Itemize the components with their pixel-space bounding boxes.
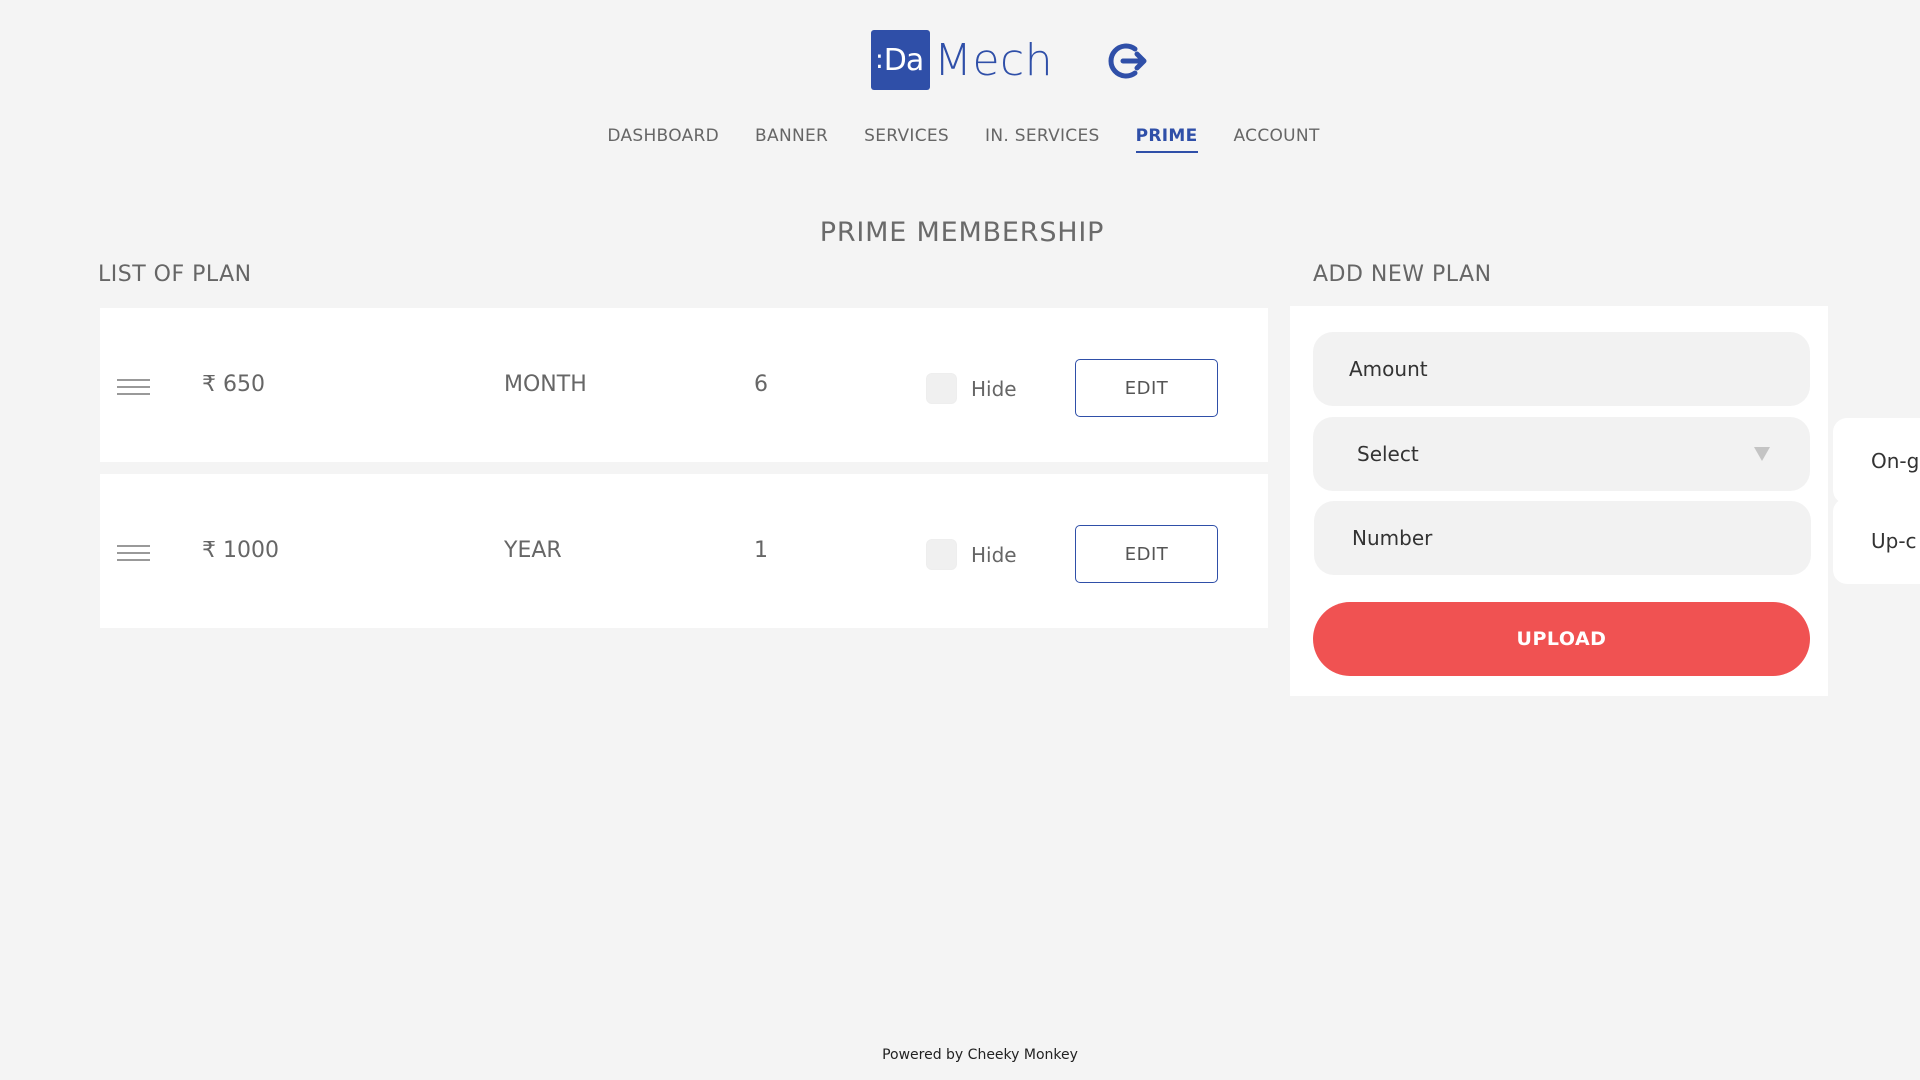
logo-text: Mech	[934, 34, 1054, 86]
hide-label: Hide	[971, 376, 1017, 401]
plan-list: ₹ 650 MONTH 6 Hide EDIT ₹ 1000 YEAR 1 Hi…	[100, 308, 1268, 640]
add-plan-panel: Select UPLOAD	[1290, 306, 1828, 696]
main-nav: DASHBOARD BANNER SERVICES IN. SERVICES P…	[0, 124, 1920, 153]
logo-mark-text: Da	[883, 42, 924, 78]
footer-credit: Powered by Cheeky Monkey	[882, 1047, 1078, 1063]
plan-row: ₹ 650 MONTH 6 Hide EDIT	[100, 308, 1268, 462]
nav-item-in-services[interactable]: IN. SERVICES	[985, 124, 1100, 153]
nav-item-prime[interactable]: PRIME	[1135, 124, 1198, 153]
hide-label: Hide	[971, 542, 1017, 567]
dropdown-arrow-icon	[1754, 447, 1770, 461]
nav-item-dashboard[interactable]: DASHBOARD	[607, 124, 719, 153]
hide-toggle[interactable]: Hide	[926, 539, 1017, 570]
logout-icon[interactable]	[1105, 39, 1149, 83]
plan-list-title: LIST OF PLAN	[98, 262, 252, 287]
add-plan-title: ADD NEW PLAN	[1313, 262, 1492, 287]
amount-input[interactable]	[1313, 332, 1810, 406]
brand-logo[interactable]: : Da Mech	[871, 30, 1053, 90]
nav-item-account[interactable]: ACCOUNT	[1234, 124, 1320, 153]
nav-item-services[interactable]: SERVICES	[864, 124, 949, 153]
period-select-value: Select	[1357, 442, 1419, 466]
plan-amount: ₹ 650	[202, 372, 265, 397]
page-title: PRIME MEMBERSHIP	[819, 217, 1105, 248]
logo-dots-icon: :	[875, 45, 884, 75]
side-card-ongoing[interactable]: On-g	[1833, 418, 1920, 504]
plan-period: MONTH	[504, 372, 587, 397]
drag-handle-icon[interactable]	[117, 545, 150, 563]
nav-list: DASHBOARD BANNER SERVICES IN. SERVICES P…	[589, 124, 1337, 153]
nav-item-banner[interactable]: BANNER	[755, 124, 828, 153]
edit-button[interactable]: EDIT	[1075, 359, 1218, 417]
hide-checkbox[interactable]	[926, 539, 957, 570]
period-select[interactable]: Select	[1313, 417, 1810, 491]
side-card-upcoming[interactable]: Up-c	[1833, 498, 1920, 584]
plan-count: 6	[754, 372, 768, 397]
upload-button[interactable]: UPLOAD	[1313, 602, 1810, 676]
plan-amount: ₹ 1000	[202, 538, 279, 563]
plan-count: 1	[754, 538, 768, 563]
number-input[interactable]	[1314, 501, 1811, 575]
hide-toggle[interactable]: Hide	[926, 373, 1017, 404]
edit-button[interactable]: EDIT	[1075, 525, 1218, 583]
plan-row: ₹ 1000 YEAR 1 Hide EDIT	[100, 474, 1268, 628]
plan-period: YEAR	[504, 538, 562, 563]
logo-mark: : Da	[871, 30, 930, 90]
page: : Da Mech DASHBOARD BANNER SERVICES IN. …	[0, 0, 1920, 1080]
drag-handle-icon[interactable]	[117, 379, 150, 397]
hide-checkbox[interactable]	[926, 373, 957, 404]
